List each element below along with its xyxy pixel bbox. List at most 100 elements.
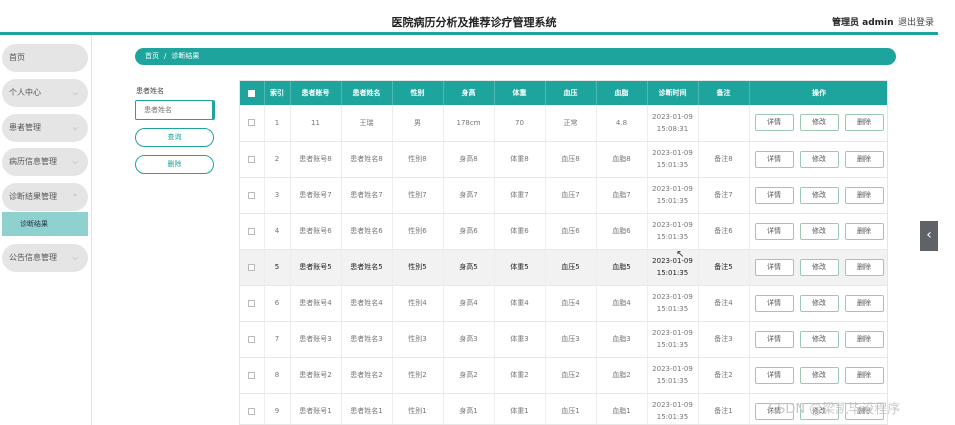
row-checkbox-cell[interactable] bbox=[240, 249, 265, 286]
row-checkbox[interactable] bbox=[248, 227, 256, 235]
sidebar-item-personal-center[interactable]: 个人中心 ⌵ bbox=[2, 79, 88, 107]
cell-height: 身高2 bbox=[443, 357, 495, 394]
cell-bp: 血压1 bbox=[545, 393, 597, 424]
edit-button[interactable]: 修改 bbox=[799, 186, 839, 204]
mouse-cursor-icon: ↖ bbox=[676, 249, 685, 260]
column-header: 操作 bbox=[749, 81, 887, 105]
sidebar-item-home[interactable]: 首页 bbox=[2, 44, 88, 72]
patient-name-search-input[interactable] bbox=[135, 100, 215, 120]
edit-button[interactable]: 修改 bbox=[799, 150, 839, 168]
delete-button[interactable]: 删除 bbox=[844, 366, 884, 384]
cell-index: 2 bbox=[264, 141, 291, 178]
sidebar-item-label: 患者管理 bbox=[9, 123, 41, 132]
detail-button[interactable]: 详情 bbox=[754, 186, 794, 204]
delete-button[interactable]: 删除 bbox=[844, 186, 884, 204]
row-checkbox[interactable] bbox=[248, 407, 256, 415]
cell-lipid: 血脂3 bbox=[596, 321, 648, 358]
cell-date: 2023-01-09 15:08:31 bbox=[647, 105, 699, 142]
top-bar: 医院病历分析及推荐诊疗管理系统 管理员 admin 退出登录 bbox=[0, 0, 955, 32]
row-checkbox[interactable] bbox=[248, 335, 256, 343]
cell-actions: 详情 修改 删除 bbox=[749, 177, 887, 214]
cell-gender: 性别7 bbox=[392, 177, 444, 214]
delete-button[interactable]: 删除 bbox=[844, 258, 884, 276]
detail-button[interactable]: 详情 bbox=[754, 294, 794, 312]
cell-name: 患者姓名6 bbox=[341, 213, 393, 250]
cell-bp: 血压7 bbox=[545, 177, 597, 214]
sidebar-item-patient-mgmt[interactable]: 患者管理 ⌵ bbox=[2, 114, 88, 142]
detail-button[interactable]: 详情 bbox=[754, 330, 794, 348]
row-checkbox-cell[interactable] bbox=[240, 105, 265, 142]
sidebar-item-record-mgmt[interactable]: 病历信息管理 ⌵ bbox=[2, 148, 88, 176]
edit-button[interactable]: 修改 bbox=[799, 366, 839, 384]
row-checkbox-cell[interactable] bbox=[240, 213, 265, 250]
row-checkbox[interactable] bbox=[248, 299, 256, 307]
row-checkbox-cell[interactable] bbox=[240, 321, 265, 358]
row-checkbox[interactable] bbox=[248, 119, 256, 127]
row-checkbox[interactable] bbox=[248, 191, 256, 199]
cell-note: 备注4 bbox=[698, 285, 750, 322]
table-row: 8 患者账号2 患者姓名2 性别2 身高2 体重2 血压2 血脂2 2023-01-09 15:0… bbox=[240, 357, 887, 394]
row-checkbox-cell[interactable] bbox=[240, 141, 265, 178]
query-button[interactable]: 查询 bbox=[135, 128, 214, 147]
cell-date-day: 2023-01-09 bbox=[652, 185, 693, 193]
search-label: 患者姓名 bbox=[136, 87, 164, 95]
detail-button[interactable]: 详情 bbox=[754, 222, 794, 240]
cell-weight: 体重5 bbox=[494, 249, 546, 286]
select-all-checkbox[interactable] bbox=[248, 89, 256, 97]
cell-height: 身高7 bbox=[443, 177, 495, 214]
sidebar-item-notice-mgmt[interactable]: 公告信息管理 ⌵ bbox=[2, 244, 88, 272]
delete-button[interactable]: 删除 bbox=[844, 330, 884, 348]
cell-index: 6 bbox=[264, 285, 291, 322]
header-checkbox-cell[interactable] bbox=[240, 81, 265, 105]
cell-index: 7 bbox=[264, 321, 291, 358]
edit-button[interactable]: 修改 bbox=[799, 294, 839, 312]
detail-button[interactable]: 详情 bbox=[754, 366, 794, 384]
delete-button[interactable]: 删除 bbox=[844, 150, 884, 168]
cell-note: 备注1 bbox=[698, 393, 750, 424]
cell-name: 王瑞 bbox=[341, 105, 393, 142]
cell-date: 2023-01-09 15:01:35 bbox=[647, 141, 699, 178]
delete-button[interactable]: 删除 bbox=[844, 222, 884, 240]
delete-button[interactable]: 删除 bbox=[844, 114, 884, 132]
cell-note: 备注5 bbox=[698, 249, 750, 286]
row-checkbox[interactable] bbox=[248, 263, 256, 271]
row-checkbox-cell[interactable] bbox=[240, 393, 265, 424]
row-checkbox[interactable] bbox=[248, 155, 256, 163]
cell-actions: 详情 修改 删除 bbox=[749, 213, 887, 250]
cell-bp: 血压4 bbox=[545, 285, 597, 322]
detail-button[interactable]: 详情 bbox=[754, 114, 794, 132]
row-checkbox-cell[interactable] bbox=[240, 177, 265, 214]
cell-lipid: 血脂4 bbox=[596, 285, 648, 322]
cell-bp: 血压5 bbox=[545, 249, 597, 286]
column-header: 患者账号 bbox=[290, 81, 342, 105]
edit-button[interactable]: 修改 bbox=[799, 222, 839, 240]
row-checkbox-cell[interactable] bbox=[240, 357, 265, 394]
edit-button[interactable]: 修改 bbox=[799, 114, 839, 132]
row-checkbox-cell[interactable] bbox=[240, 285, 265, 322]
cell-gender: 性别3 bbox=[392, 321, 444, 358]
delete-button[interactable]: 删除 bbox=[844, 294, 884, 312]
detail-button[interactable]: 详情 bbox=[754, 258, 794, 276]
cell-account: 患者账号3 bbox=[290, 321, 342, 358]
cell-gender: 性别5 bbox=[392, 249, 444, 286]
cell-date-time: 15:01:35 bbox=[656, 377, 689, 385]
logout-link[interactable]: 退出登录 bbox=[898, 15, 934, 28]
sidebar-item-diagnosis-mgmt[interactable]: 诊断结果管理 ⌃ bbox=[2, 183, 88, 211]
batch-delete-button[interactable]: 删除 bbox=[135, 155, 214, 174]
collapse-arrow-icon[interactable]: ‹ bbox=[920, 221, 938, 251]
cell-lipid: 血脂8 bbox=[596, 141, 648, 178]
edit-button[interactable]: 修改 bbox=[799, 258, 839, 276]
cell-date-time: 15:01:35 bbox=[656, 305, 689, 313]
cell-account: 患者账号7 bbox=[290, 177, 342, 214]
cell-name: 患者姓名3 bbox=[341, 321, 393, 358]
cell-actions: 详情 修改 删除 bbox=[749, 105, 887, 142]
chevron-down-icon: ⌵ bbox=[72, 254, 78, 262]
detail-button[interactable]: 详情 bbox=[754, 150, 794, 168]
row-checkbox[interactable] bbox=[248, 371, 256, 379]
cell-note: 备注6 bbox=[698, 213, 750, 250]
breadcrumb-home[interactable]: 首页 bbox=[145, 52, 159, 60]
submenu-item-diagnosis-result[interactable]: 诊断结果 bbox=[2, 212, 88, 236]
edit-button[interactable]: 修改 bbox=[799, 330, 839, 348]
cell-height: 178cm bbox=[443, 105, 495, 142]
cell-date: 2023-01-09 15:01:35 bbox=[647, 177, 699, 214]
